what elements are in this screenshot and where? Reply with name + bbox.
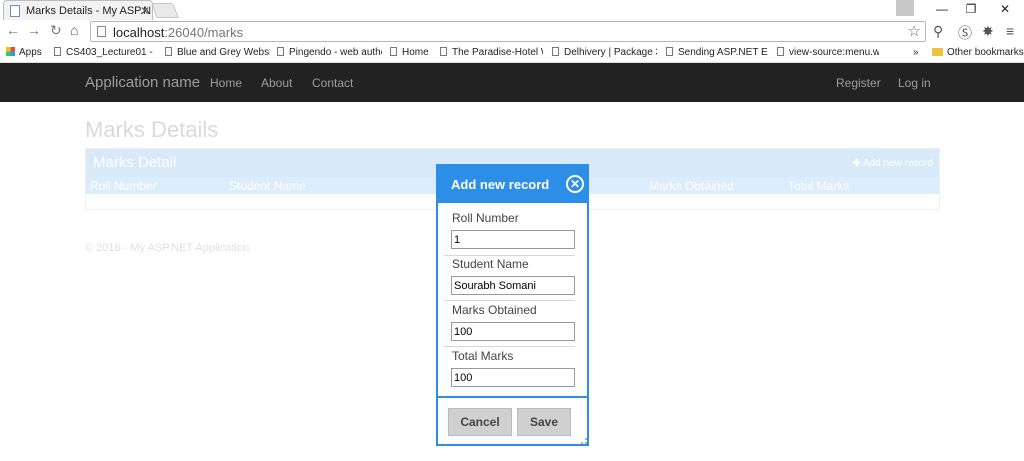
menu-icon[interactable]: ≡ bbox=[1006, 23, 1014, 39]
roll-number-input[interactable] bbox=[451, 230, 575, 249]
document-icon bbox=[552, 47, 559, 56]
bookmark-item[interactable]: Sending ASP.NET Ema bbox=[666, 47, 768, 58]
tab-close-icon[interactable]: ✕ bbox=[140, 4, 150, 18]
page-icon bbox=[97, 26, 106, 37]
address-bar[interactable]: localhost:26040/marks ☆ bbox=[90, 21, 926, 42]
column-roll-number[interactable]: Roll Number bbox=[90, 179, 157, 193]
divider bbox=[444, 255, 575, 256]
divider bbox=[444, 300, 575, 301]
bookmark-item[interactable]: view-source:menu.wa bbox=[777, 47, 879, 58]
resize-handle[interactable] bbox=[581, 438, 587, 444]
document-icon bbox=[666, 47, 673, 56]
document-icon bbox=[165, 47, 172, 56]
student-name-label: Student Name bbox=[452, 257, 529, 271]
restore-button[interactable]: ❐ bbox=[961, 2, 981, 16]
bookmark-item[interactable]: Blue and Grey Websit bbox=[165, 47, 270, 58]
document-icon bbox=[440, 47, 447, 56]
forward-arrow-icon[interactable]: → bbox=[27, 22, 41, 38]
add-record-dialog: Add new record ✕ Roll Number Student Nam… bbox=[436, 164, 589, 446]
reload-icon[interactable]: ↻ bbox=[50, 22, 62, 39]
user-profile-icon[interactable] bbox=[896, 0, 914, 16]
nav-login[interactable]: Log in bbox=[898, 76, 931, 90]
dialog-footer: Cancel Save bbox=[438, 396, 587, 444]
cancel-button[interactable]: Cancel bbox=[448, 408, 512, 436]
nav-about[interactable]: About bbox=[261, 76, 292, 90]
apps-grid-icon bbox=[6, 47, 15, 56]
bookmarks-overflow-button[interactable]: » bbox=[913, 47, 919, 58]
minimize-button[interactable]: — bbox=[932, 2, 952, 16]
browser-tab[interactable]: Marks Details - My ASP.N ✕ bbox=[3, 0, 153, 20]
nav-home[interactable]: Home bbox=[210, 76, 242, 90]
marks-obtained-input[interactable] bbox=[451, 322, 575, 341]
close-icon[interactable]: ✕ bbox=[566, 175, 584, 193]
document-icon bbox=[390, 47, 397, 56]
brand-link[interactable]: Application name bbox=[85, 74, 200, 91]
page-title: Marks Details bbox=[85, 117, 219, 142]
skype-icon[interactable]: Ⓢ bbox=[958, 23, 972, 43]
page-favicon-icon bbox=[10, 5, 20, 17]
document-icon bbox=[777, 47, 784, 56]
column-total-marks[interactable]: Total Marks bbox=[788, 179, 849, 193]
bookmark-item[interactable]: Delhivery | Package 30 bbox=[552, 47, 657, 58]
dialog-title: Add new record bbox=[451, 177, 550, 192]
folder-icon bbox=[932, 48, 943, 56]
save-button[interactable]: Save bbox=[517, 408, 571, 436]
roll-number-label: Roll Number bbox=[452, 211, 519, 225]
other-bookmarks-folder[interactable]: Other bookmarks bbox=[932, 47, 1024, 58]
bookmark-item[interactable]: Pingendo - web autho bbox=[277, 47, 382, 58]
close-window-button[interactable]: ✕ bbox=[995, 2, 1015, 16]
add-new-record-link[interactable]: ✚ Add new record bbox=[852, 158, 933, 169]
student-name-input[interactable] bbox=[451, 276, 575, 295]
back-arrow-icon[interactable]: ← bbox=[6, 22, 20, 38]
total-marks-label: Total Marks bbox=[452, 349, 514, 363]
bookmark-apps[interactable]: Apps bbox=[6, 47, 42, 58]
new-tab-button[interactable] bbox=[151, 3, 179, 18]
column-marks-obtained[interactable]: Marks Obtained bbox=[649, 179, 734, 193]
browser-tab-bar: Marks Details - My ASP.N ✕ — ❐ ✕ bbox=[0, 0, 1024, 20]
bookmark-item[interactable]: CS403_Lecture01 - Yo bbox=[54, 47, 154, 58]
tab-title: Marks Details - My ASP.N bbox=[26, 5, 152, 17]
document-icon bbox=[54, 47, 61, 56]
divider bbox=[444, 346, 575, 347]
bookmarks-bar: Apps CS403_Lecture01 - Yo Blue and Grey … bbox=[0, 43, 1024, 63]
extension-puzzle-icon[interactable]: ✸ bbox=[982, 23, 994, 40]
bookmark-item[interactable]: Home bbox=[390, 47, 429, 58]
bookmark-star-icon[interactable]: ☆ bbox=[908, 22, 921, 40]
nav-register[interactable]: Register bbox=[836, 76, 881, 90]
nav-contact[interactable]: Contact bbox=[312, 76, 353, 90]
total-marks-input[interactable] bbox=[451, 368, 575, 387]
column-student-name[interactable]: Student Name bbox=[229, 179, 306, 193]
extension-icon[interactable]: ⚲ bbox=[933, 23, 943, 40]
url-text: localhost:26040/marks bbox=[113, 25, 244, 40]
grid-title: Marks Detail bbox=[93, 154, 177, 171]
page-footer: © 2016 - My ASP.NET Application bbox=[85, 242, 250, 254]
document-icon bbox=[277, 47, 284, 56]
home-icon[interactable]: ⌂ bbox=[70, 22, 78, 38]
dialog-header: Add new record ✕ bbox=[438, 166, 587, 203]
bookmark-item[interactable]: The Paradise-Hotel W bbox=[440, 47, 543, 58]
app-navbar: Application name Home About Contact Regi… bbox=[0, 63, 1024, 102]
marks-obtained-label: Marks Obtained bbox=[452, 303, 537, 317]
